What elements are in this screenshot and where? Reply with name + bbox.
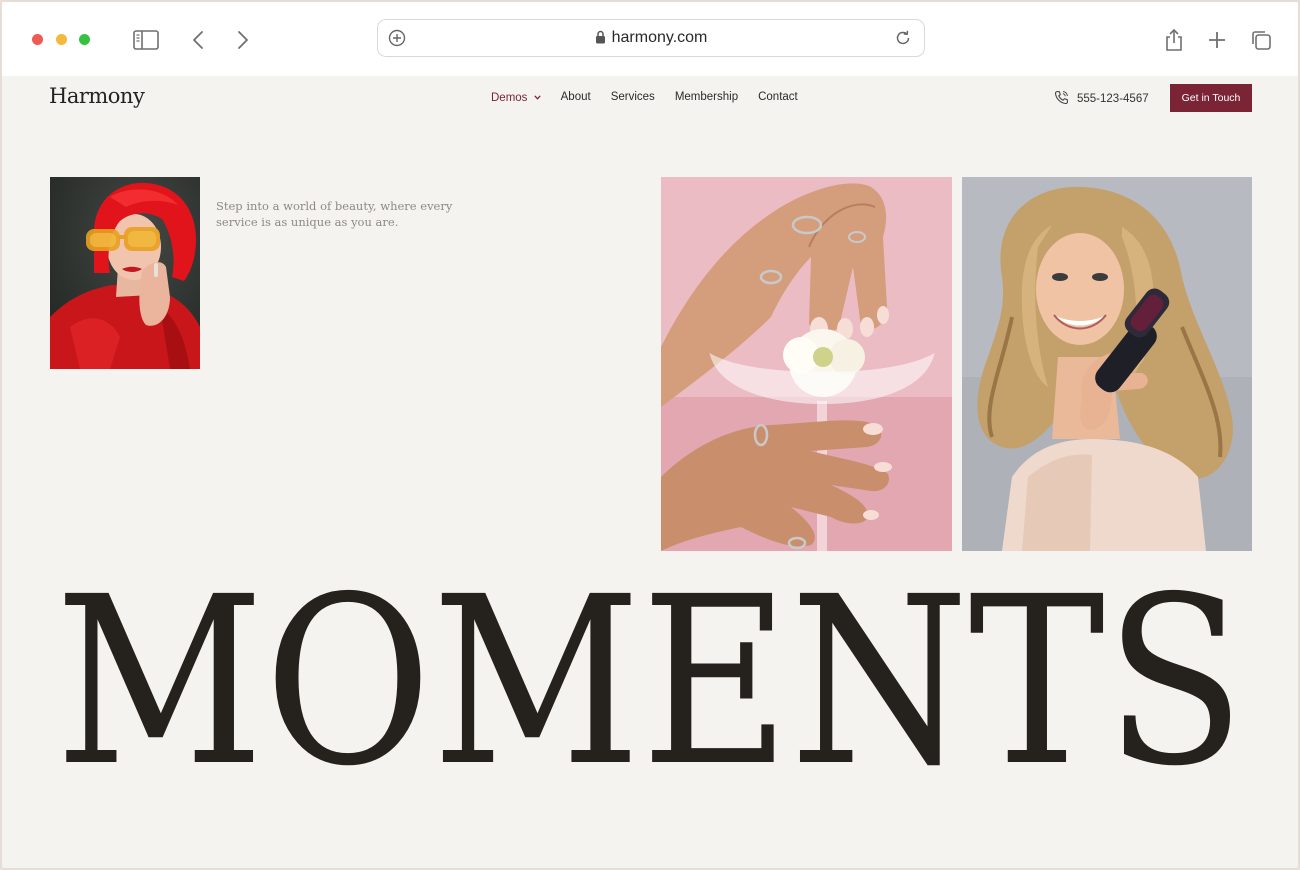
woman-blonde-hair-photo [962, 177, 1252, 551]
hands-flower-glass-photo [661, 177, 952, 551]
tab-overview-icon[interactable] [1247, 26, 1275, 54]
nav-item-about[interactable]: About [561, 91, 591, 104]
phone-link[interactable]: 555-123-4567 [1054, 90, 1149, 108]
browser-window: harmony.com Harmony Demos About Services… [0, 0, 1300, 870]
lock-icon [595, 30, 606, 49]
share-icon[interactable] [1160, 26, 1188, 54]
nav-item-contact[interactable]: Contact [758, 91, 798, 104]
chevron-down-icon [533, 91, 541, 103]
main-nav: Demos About Services Membership Contact [491, 91, 818, 104]
zoom-window-button[interactable] [79, 34, 90, 45]
nav-item-demos[interactable]: Demos [491, 91, 541, 104]
url-text: harmony.com [611, 29, 708, 46]
minimize-window-button[interactable] [56, 34, 67, 45]
nav-item-membership[interactable]: Membership [675, 91, 738, 104]
close-window-button[interactable] [32, 34, 43, 45]
phone-number: 555-123-4567 [1077, 93, 1149, 105]
back-arrow-icon[interactable] [184, 26, 212, 54]
woman-red-hair-photo [50, 177, 200, 369]
reload-icon[interactable] [894, 29, 912, 52]
forward-arrow-icon[interactable] [229, 26, 257, 54]
new-tab-icon[interactable] [1203, 26, 1231, 54]
hero-headline-text: MOMENTS [55, 562, 1245, 802]
phone-icon [1054, 90, 1069, 108]
address-bar[interactable]: harmony.com [377, 19, 925, 57]
hero-headline: MOMENTS [2, 547, 1298, 817]
sidebar-toggle-icon[interactable] [132, 26, 160, 54]
nav-item-services[interactable]: Services [611, 91, 655, 104]
get-in-touch-button[interactable]: Get in Touch [1170, 84, 1252, 112]
site-logo[interactable]: Harmony [49, 84, 145, 108]
hero-tagline: Step into a world of beauty, where every… [216, 199, 453, 229]
browser-toolbar: harmony.com [2, 2, 1298, 76]
